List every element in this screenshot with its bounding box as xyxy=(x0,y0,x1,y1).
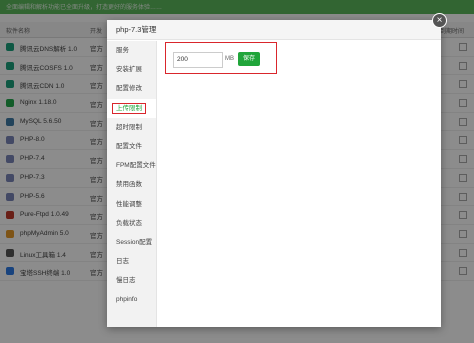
menu-item[interactable]: 性能调整 xyxy=(107,195,156,214)
menu-item[interactable]: 配置文件 xyxy=(107,137,156,156)
menu-item[interactable]: 禁用函数 xyxy=(107,175,156,194)
upload-limit-panel: 200 MB 保存 xyxy=(165,42,277,74)
menu-item-label: phpinfo xyxy=(116,296,138,304)
menu-item[interactable]: 上传限制 xyxy=(107,98,156,118)
menu-item[interactable]: Session配置 xyxy=(107,233,156,252)
menu-item-label: Session配置 xyxy=(116,238,153,246)
menu-item-label: 上传限制 xyxy=(112,102,146,114)
menu-item[interactable]: 负载状态 xyxy=(107,214,156,233)
menu-item[interactable]: 慢日志 xyxy=(107,271,156,290)
menu-item-label: 慢日志 xyxy=(116,277,136,285)
menu-item[interactable]: 配置修改 xyxy=(107,79,156,98)
menu-item[interactable]: 日志 xyxy=(107,252,156,271)
close-icon[interactable]: × xyxy=(432,13,447,28)
php-manager-dialog: php-7.3管理 服务安装扩展配置修改上传限制超时限制配置文件 FPM配置文件禁… xyxy=(107,20,441,327)
menu-item-label: 负载状态 xyxy=(116,219,142,227)
menu-item-label: 安装扩展 xyxy=(116,66,142,74)
save-button[interactable]: 保存 xyxy=(238,52,260,66)
menu-item-label: 服务 xyxy=(116,47,129,54)
menu-item-label: 日志 xyxy=(116,258,129,266)
unit-label: MB xyxy=(225,56,234,62)
menu-item[interactable]: FPM配置文件 xyxy=(107,156,156,175)
menu-item[interactable]: 安装扩展 xyxy=(107,60,156,79)
menu-item-label: FPM配置文件 xyxy=(116,162,156,170)
settings-menu: 服务安装扩展配置修改上传限制超时限制配置文件 FPM配置文件 禁用函数性能调整负载状… xyxy=(107,41,157,327)
menu-item-label: 配置修改 xyxy=(116,85,142,93)
menu-item[interactable]: 超时限制 xyxy=(107,118,156,137)
menu-item-label: 性能调整 xyxy=(116,200,142,208)
dialog-title: php-7.3管理 xyxy=(107,20,441,40)
menu-item-label: 超时限制 xyxy=(116,123,142,131)
menu-item[interactable]: phpinfo xyxy=(107,290,156,309)
menu-item-label: 禁用函数 xyxy=(116,181,142,189)
menu-item[interactable]: 服务 xyxy=(107,41,156,60)
upload-size-input[interactable]: 200 xyxy=(173,52,223,68)
menu-item-label: 配置文件 xyxy=(116,142,142,150)
